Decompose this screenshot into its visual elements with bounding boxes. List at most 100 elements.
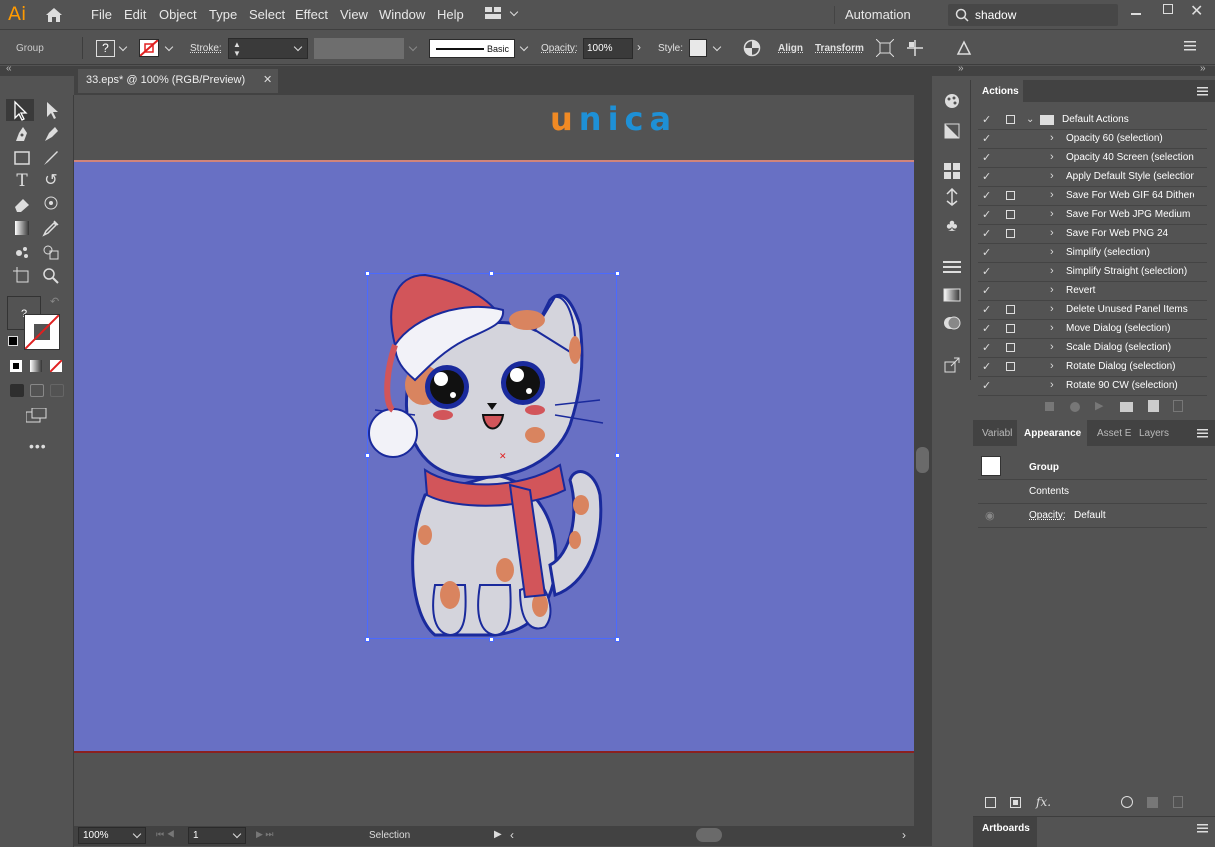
menu-object[interactable]: Object bbox=[159, 7, 197, 22]
type-tool[interactable]: T bbox=[12, 171, 32, 191]
close-tab-icon[interactable]: ✕ bbox=[263, 73, 272, 86]
direct-selection-tool[interactable] bbox=[44, 101, 62, 122]
chevron-down-icon[interactable] bbox=[164, 42, 174, 52]
stroke-panel-icon[interactable] bbox=[943, 258, 961, 276]
resize-handle[interactable] bbox=[615, 271, 620, 276]
rectangle-tool[interactable] bbox=[13, 149, 31, 170]
check-icon[interactable]: ✓ bbox=[982, 379, 991, 392]
document-tab[interactable]: 33.eps* @ 100% (RGB/Preview) ✕ bbox=[78, 69, 278, 93]
menu-type[interactable]: Type bbox=[209, 7, 237, 22]
pen-shape-icon[interactable] bbox=[956, 40, 972, 59]
chevron-right-icon[interactable]: › bbox=[1050, 246, 1054, 258]
check-icon[interactable]: ✓ bbox=[982, 113, 991, 126]
graphic-style-swatch[interactable] bbox=[689, 39, 707, 57]
draw-inside-icon[interactable] bbox=[50, 384, 64, 397]
color-mode-icon[interactable] bbox=[10, 360, 22, 372]
edit-toolbar-icon[interactable]: ••• bbox=[29, 438, 47, 454]
chevron-right-icon[interactable]: › bbox=[637, 40, 641, 54]
selection-tool[interactable] bbox=[6, 99, 34, 121]
new-set-icon[interactable] bbox=[1120, 402, 1133, 412]
horizontal-scroll-thumb[interactable] bbox=[696, 828, 722, 842]
check-icon[interactable]: ✓ bbox=[982, 227, 991, 240]
gradient-mode-icon[interactable] bbox=[30, 360, 42, 372]
close-icon[interactable]: ✕ bbox=[1190, 1, 1203, 21]
resize-handle[interactable] bbox=[489, 271, 494, 276]
chevron-right-icon[interactable]: › bbox=[1050, 322, 1054, 334]
align-button[interactable]: Align bbox=[778, 43, 803, 54]
resize-handle[interactable] bbox=[615, 453, 620, 458]
rotate-tool[interactable]: ↺ bbox=[41, 171, 61, 191]
transparency-icon[interactable] bbox=[943, 314, 961, 332]
brushes-icon[interactable] bbox=[943, 162, 961, 180]
action-row[interactable]: ✓ › Apply Default Style (selection) bbox=[978, 168, 1207, 187]
check-icon[interactable]: ✓ bbox=[982, 208, 991, 221]
check-icon[interactable]: ✓ bbox=[982, 341, 991, 354]
add-effect-icon[interactable]: fx. bbox=[1036, 795, 1051, 809]
opacity-label[interactable]: Opacity: bbox=[541, 43, 578, 54]
play-icon[interactable]: ▶ bbox=[494, 829, 502, 840]
visibility-eye-icon[interactable]: ◉ bbox=[985, 509, 995, 522]
action-row[interactable]: ✓ › Save For Web JPG Medium bbox=[978, 206, 1207, 225]
workspace-switcher[interactable]: Automation bbox=[845, 7, 911, 22]
dialog-toggle-icon[interactable] bbox=[1006, 324, 1015, 333]
action-set-row[interactable]: ✓ ⌄ Default Actions bbox=[978, 111, 1207, 130]
check-icon[interactable]: ✓ bbox=[982, 189, 991, 202]
menu-edit[interactable]: Edit bbox=[124, 7, 146, 22]
tab-asset-export[interactable]: Asset E bbox=[1097, 428, 1131, 439]
menu-view[interactable]: View bbox=[340, 7, 368, 22]
chevron-down-icon[interactable] bbox=[408, 42, 418, 52]
club-icon[interactable]: ♣ bbox=[943, 216, 961, 235]
duplicate-item-icon[interactable] bbox=[1147, 797, 1158, 808]
clear-appearance-icon[interactable] bbox=[1121, 796, 1133, 808]
check-icon[interactable]: ✓ bbox=[982, 246, 991, 259]
menu-file[interactable]: File bbox=[91, 7, 112, 22]
tab-appearance[interactable]: Appearance bbox=[1024, 428, 1081, 439]
menu-select[interactable]: Select bbox=[249, 7, 285, 22]
tab-variables[interactable]: Variabl bbox=[982, 428, 1012, 439]
stroke-label[interactable]: Stroke: bbox=[190, 43, 222, 54]
check-icon[interactable]: ✓ bbox=[982, 132, 991, 145]
dialog-toggle-icon[interactable] bbox=[1006, 191, 1015, 200]
trash-icon[interactable] bbox=[1173, 400, 1183, 412]
panel-menu-icon[interactable] bbox=[1197, 87, 1208, 99]
dialog-toggle-icon[interactable] bbox=[1006, 305, 1015, 314]
menu-effect[interactable]: Effect bbox=[295, 7, 328, 22]
chevron-right-icon[interactable]: › bbox=[1050, 170, 1054, 182]
menu-window[interactable]: Window bbox=[379, 7, 425, 22]
action-row[interactable]: ✓ › Opacity 60 (selection) bbox=[978, 130, 1207, 149]
resize-handle[interactable] bbox=[365, 453, 370, 458]
panel-menu-icon[interactable] bbox=[1197, 824, 1208, 836]
new-action-icon[interactable] bbox=[1148, 400, 1159, 412]
check-icon[interactable]: ✓ bbox=[982, 265, 991, 278]
tab-layers[interactable]: Layers bbox=[1139, 428, 1169, 439]
check-icon[interactable]: ✓ bbox=[982, 322, 991, 335]
add-fill-icon[interactable] bbox=[1010, 797, 1021, 808]
arrange-documents-icon[interactable] bbox=[485, 7, 501, 19]
draw-behind-icon[interactable] bbox=[30, 384, 44, 397]
appearance-opacity-label[interactable]: Opacity: bbox=[1029, 510, 1066, 521]
scroll-thumb[interactable] bbox=[916, 447, 929, 473]
action-row[interactable]: ✓ › Simplify (selection) bbox=[978, 244, 1207, 263]
chevron-down-icon[interactable]: ▼ bbox=[233, 49, 241, 58]
export-icon[interactable] bbox=[943, 356, 961, 374]
zoom-tool[interactable] bbox=[42, 267, 60, 288]
recolor-artwork-icon[interactable] bbox=[743, 39, 761, 60]
collapse-icon[interactable]: » bbox=[1200, 63, 1206, 74]
trash-icon[interactable] bbox=[1173, 796, 1183, 808]
check-icon[interactable]: ✓ bbox=[982, 360, 991, 373]
swatches-icon[interactable] bbox=[943, 122, 961, 140]
dialog-toggle-icon[interactable] bbox=[1006, 210, 1015, 219]
add-stroke-icon[interactable] bbox=[985, 797, 996, 808]
resize-handle[interactable] bbox=[615, 637, 620, 642]
shape-builder-tool[interactable] bbox=[42, 243, 60, 264]
draw-normal-icon[interactable] bbox=[10, 384, 24, 397]
dialog-toggle-icon[interactable] bbox=[1006, 362, 1015, 371]
chevron-right-icon[interactable]: › bbox=[1050, 341, 1054, 353]
chevron-down-icon[interactable] bbox=[509, 7, 519, 17]
gradient-panel-icon[interactable] bbox=[943, 286, 961, 304]
opacity-input[interactable]: 100% bbox=[583, 38, 633, 59]
symbol-sprayer-tool[interactable] bbox=[13, 243, 31, 264]
chevron-right-icon[interactable]: › bbox=[1050, 208, 1054, 220]
resize-handle[interactable] bbox=[365, 271, 370, 276]
dialog-toggle-icon[interactable] bbox=[1006, 229, 1015, 238]
